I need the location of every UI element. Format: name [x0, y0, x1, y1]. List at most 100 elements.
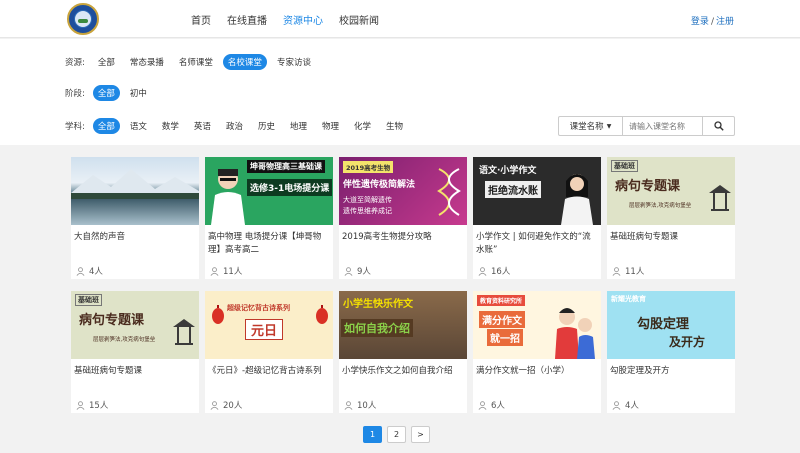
course-card[interactable]: 超级记忆背古诗系列 元日 《元日》-超级记忆背古诗系列 20人: [205, 291, 333, 413]
course-thumbnail[interactable]: 2019高考生物 伴性遗传极简解法 大道至简解遗传 遗传思维养成记: [339, 157, 467, 225]
viewer-count: 4人: [89, 267, 103, 277]
nav-resources[interactable]: 资源中心: [283, 12, 323, 27]
next-page-button[interactable]: >: [411, 426, 430, 443]
course-card[interactable]: 2019高考生物 伴性遗传极简解法 大道至简解遗传 遗传思维养成记 2019高考…: [339, 157, 467, 279]
course-viewers: 9人: [344, 265, 371, 277]
course-title[interactable]: 基础班病句专题课: [74, 365, 196, 378]
filter-option[interactable]: 地理: [285, 118, 312, 134]
course-thumbnail[interactable]: 坤哥物理高三基础课 选修3-1电场提分课: [205, 157, 333, 225]
course-title[interactable]: 勾股定理及开方: [610, 365, 732, 378]
person-icon: [210, 400, 219, 410]
search-icon: [713, 121, 724, 131]
search-bar: 课堂名称 ▼: [558, 116, 735, 136]
filter-option-active[interactable]: 全部: [92, 118, 120, 134]
course-card[interactable]: 基础班 病句专题课 层层剥笋法,攻克病句堡垒 基础班病句专题课 15人: [71, 291, 199, 413]
search-button[interactable]: [702, 117, 734, 135]
thumb-text: 基础班: [75, 294, 102, 306]
course-thumbnail[interactable]: 基础班 病句专题课 层层剥笋法,攻克病句堡垒: [71, 291, 199, 359]
search-field-select[interactable]: 课堂名称 ▼: [559, 117, 623, 135]
person-icon: [76, 400, 85, 410]
course-thumbnail[interactable]: 超级记忆背古诗系列 元日: [205, 291, 333, 359]
course-card[interactable]: 坤哥物理高三基础课 选修3-1电场提分课 高中物理 电场提分课【坤哥物理】高考高…: [205, 157, 333, 279]
person-icon: [612, 266, 621, 276]
filter-option-active[interactable]: 全部: [92, 85, 120, 101]
filter-option[interactable]: 英语: [189, 118, 216, 134]
person-icon: [612, 400, 621, 410]
course-title[interactable]: 《元日》-超级记忆背古诗系列: [208, 365, 330, 378]
register-link[interactable]: 注册: [716, 17, 734, 27]
thumb-text: 就一招: [487, 329, 523, 346]
course-title[interactable]: 小学快乐作文之如何自我介绍: [342, 365, 464, 378]
course-title[interactable]: 基础班病句专题课: [610, 231, 732, 244]
filter-option[interactable]: 初中: [125, 85, 152, 101]
header: 首页 在线直播 资源中心 校园新闻 登录 / 注册: [0, 0, 800, 38]
thumb-text: 2019高考生物: [343, 161, 394, 173]
filter-option[interactable]: 化学: [349, 118, 376, 134]
thumb-text: 基础班: [611, 160, 638, 172]
students-photo: [555, 308, 595, 359]
filter-option[interactable]: 历史: [253, 118, 280, 134]
thumb-text: 层层剥笋法,攻克病句堡垒: [629, 203, 692, 209]
login-link[interactable]: 登录: [691, 17, 709, 27]
course-thumbnail[interactable]: [71, 157, 199, 225]
course-title[interactable]: 大自然的声音: [74, 231, 196, 244]
nav-live[interactable]: 在线直播: [227, 12, 267, 27]
course-thumbnail[interactable]: 新耀光教育 勾股定理 及开方: [607, 291, 735, 359]
filter-label: 资源:: [65, 58, 85, 68]
course-thumbnail[interactable]: 语文·小学作文 拒绝流水账: [473, 157, 601, 225]
teacher-photo: [561, 174, 593, 225]
course-card[interactable]: 语文·小学作文 拒绝流水账 小学作文 | 如何避免作文的“流水账” 16人: [473, 157, 601, 279]
thumb-text: 及开方: [669, 335, 706, 349]
thumb-text: 满分作文: [479, 311, 525, 328]
pavilion-icon: [709, 185, 731, 211]
nav-home[interactable]: 首页: [191, 12, 211, 27]
filter-stage: 阶段: 全部 初中: [65, 85, 157, 101]
thumb-text: 勾股定理: [637, 317, 690, 332]
viewer-count: 15人: [89, 401, 109, 411]
course-card[interactable]: 小学生快乐作文 如何自我介绍 小学快乐作文之如何自我介绍 10人: [339, 291, 467, 413]
course-card[interactable]: 大自然的声音 4人: [71, 157, 199, 279]
page-button[interactable]: 2: [387, 426, 406, 443]
person-icon: [478, 266, 487, 276]
filter-label: 阶段:: [65, 89, 85, 99]
search-select-label: 课堂名称: [569, 122, 604, 132]
course-card[interactable]: 教育资料研究所 满分作文 就一招 满分作文就一招（小学） 6人: [473, 291, 601, 413]
filter-resource: 资源: 全部 常态录播 名师课堂 名校课堂 专家访谈: [65, 54, 321, 70]
school-logo[interactable]: [67, 3, 99, 35]
filter-option[interactable]: 语文: [125, 118, 152, 134]
filter-option[interactable]: 专家访谈: [272, 54, 316, 70]
filter-option-active[interactable]: 名校课堂: [222, 54, 267, 70]
filter-option[interactable]: 生物: [381, 118, 408, 134]
dna-icon: [437, 168, 461, 216]
course-thumbnail[interactable]: 小学生快乐作文 如何自我介绍: [339, 291, 467, 359]
thumb-text: 小学生快乐作文: [343, 299, 413, 310]
thumb-text: 病句专题课: [615, 179, 681, 194]
person-icon: [344, 400, 353, 410]
course-thumbnail[interactable]: 教育资料研究所 满分作文 就一招: [473, 291, 601, 359]
mountain-landscape-image: [71, 169, 199, 199]
filter-option[interactable]: 名师课堂: [174, 54, 218, 70]
person-icon: [344, 266, 353, 276]
course-viewers: 11人: [210, 265, 242, 277]
filter-option[interactable]: 常态录播: [125, 54, 169, 70]
course-title[interactable]: 小学作文 | 如何避免作文的“流水账”: [476, 231, 598, 257]
page-button-active[interactable]: 1: [363, 426, 382, 443]
nav-news[interactable]: 校园新闻: [339, 12, 379, 27]
filter-subject: 学科: 全部 语文 数学 英语 政治 历史 地理 物理 化学 生物: [65, 118, 413, 134]
person-icon: [76, 266, 85, 276]
viewer-count: 20人: [223, 401, 243, 411]
course-title[interactable]: 高中物理 电场提分课【坤哥物理】高考高二: [208, 231, 330, 257]
course-title[interactable]: 2019高考生物提分攻略: [342, 231, 464, 244]
person-icon: [478, 400, 487, 410]
filter-option[interactable]: 数学: [157, 118, 184, 134]
thumb-text: 教育资料研究所: [477, 295, 526, 306]
course-title[interactable]: 满分作文就一招（小学）: [476, 365, 598, 378]
search-input[interactable]: [623, 117, 702, 135]
course-thumbnail[interactable]: 基础班 病句专题课 层层剥笋法,攻克病句堡垒: [607, 157, 735, 225]
course-card[interactable]: 基础班 病句专题课 层层剥笋法,攻克病句堡垒 基础班病句专题课 11人: [607, 157, 735, 279]
filter-option[interactable]: 物理: [317, 118, 344, 134]
filter-option[interactable]: 政治: [221, 118, 248, 134]
course-viewers: 6人: [478, 399, 505, 411]
filter-option[interactable]: 全部: [93, 54, 120, 70]
course-card[interactable]: 新耀光教育 勾股定理 及开方 勾股定理及开方 4人: [607, 291, 735, 413]
